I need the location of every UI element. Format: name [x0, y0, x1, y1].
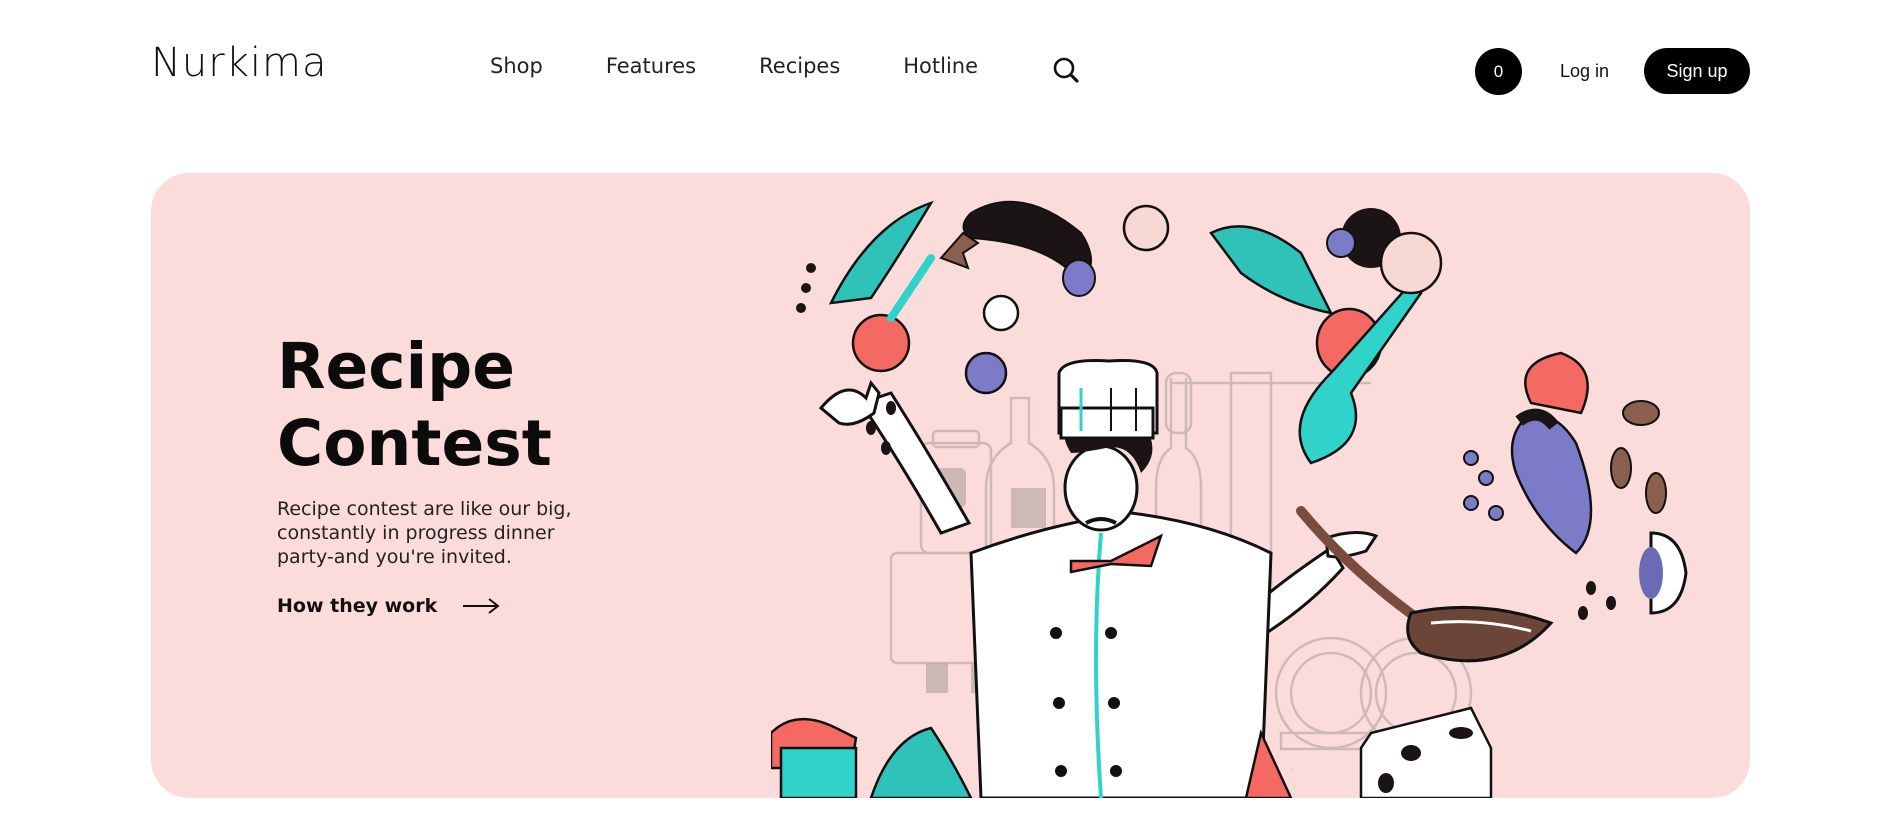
how-they-work-link[interactable]: How they work	[277, 595, 501, 617]
chef-illustration	[771, 200, 1688, 798]
site-header: Nurkima Shop Features Recipes Hotline 0 …	[0, 0, 1886, 140]
nav-item-features[interactable]: Features	[606, 54, 696, 78]
hero-description: Recipe contest are like our big, constan…	[277, 498, 572, 568]
hero-title-line-2: Contest	[277, 407, 552, 480]
how-they-work-label: How they work	[277, 595, 438, 617]
signup-button[interactable]: Sign up	[1644, 48, 1750, 94]
hero-title: Recipe Contest	[277, 328, 552, 482]
hero-banner: Recipe Contest Recipe contest are like o…	[151, 173, 1750, 798]
nav-item-shop[interactable]: Shop	[490, 54, 543, 78]
hero-title-line-1: Recipe	[277, 330, 516, 403]
nav-item-hotline[interactable]: Hotline	[903, 54, 978, 78]
main-nav: Shop Features Recipes Hotline	[490, 54, 1041, 78]
arrow-right-icon	[463, 598, 500, 614]
login-link[interactable]: Log in	[1560, 61, 1609, 82]
cart-count-badge[interactable]: 0	[1475, 48, 1522, 95]
nav-item-recipes[interactable]: Recipes	[759, 54, 840, 78]
brand-logo[interactable]: Nurkima	[151, 40, 327, 86]
search-icon[interactable]	[1052, 56, 1082, 86]
